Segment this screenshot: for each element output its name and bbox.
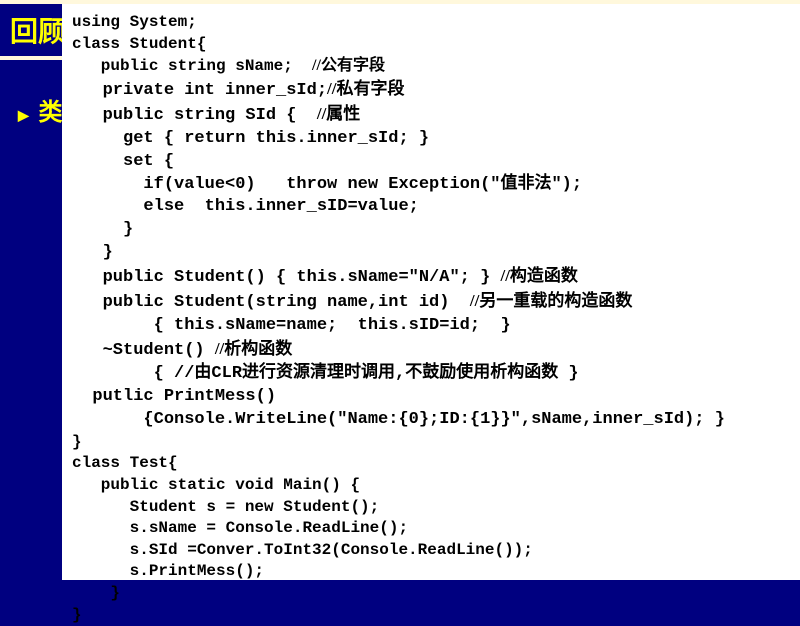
code-line: putlic PrintMess() bbox=[72, 386, 792, 409]
heading-text: 回顾 bbox=[10, 16, 66, 47]
code-line: public static void Main() { bbox=[72, 475, 792, 497]
code-line: } bbox=[72, 605, 792, 626]
code-line: s.PrintMess(); bbox=[72, 561, 792, 583]
code-line: { this.sName=name; this.sID=id; } bbox=[72, 315, 792, 338]
code-line: class Student{ bbox=[72, 34, 792, 56]
code-line: set { bbox=[72, 151, 792, 174]
code-line: public Student(string name,int id) //另一重… bbox=[72, 290, 792, 315]
bullet-text: 类 bbox=[38, 99, 62, 126]
code-line: s.sName = Console.ReadLine(); bbox=[72, 518, 792, 540]
code-line: {Console.WriteLine("Name:{0};ID:{1}}",sN… bbox=[72, 409, 792, 432]
code-line: } bbox=[72, 242, 792, 265]
bullet-item: 类 bbox=[18, 92, 62, 127]
code-line: private int inner_sId;//私有字段 bbox=[72, 78, 792, 103]
code-box: using System; class Student{ public stri… bbox=[62, 4, 800, 580]
code-line: } bbox=[72, 219, 792, 242]
code-line: { //由CLR进行资源清理时调用,不鼓励使用析构函数 } bbox=[72, 363, 792, 386]
code-line: Student s = new Student(); bbox=[72, 497, 792, 519]
code-line: else this.inner_sID=value; bbox=[72, 196, 792, 219]
code-line: } bbox=[72, 432, 792, 454]
code-line: s.SId =Conver.ToInt32(Console.ReadLine()… bbox=[72, 540, 792, 562]
code-line: class Test{ bbox=[72, 453, 792, 475]
code-line: get { return this.inner_sId; } bbox=[72, 128, 792, 151]
code-line: public Student() { this.sName="N/A"; } /… bbox=[72, 265, 792, 290]
code-line: if(value<0) throw new Exception("值非法"); bbox=[72, 174, 792, 197]
code-line: public string sName; //公有字段 bbox=[72, 55, 792, 78]
code-line: } bbox=[72, 583, 792, 605]
code-line: public string SId { //属性 bbox=[72, 103, 792, 128]
code-line: using System; bbox=[72, 12, 792, 34]
code-line: ~Student() //析构函数 bbox=[72, 338, 792, 363]
